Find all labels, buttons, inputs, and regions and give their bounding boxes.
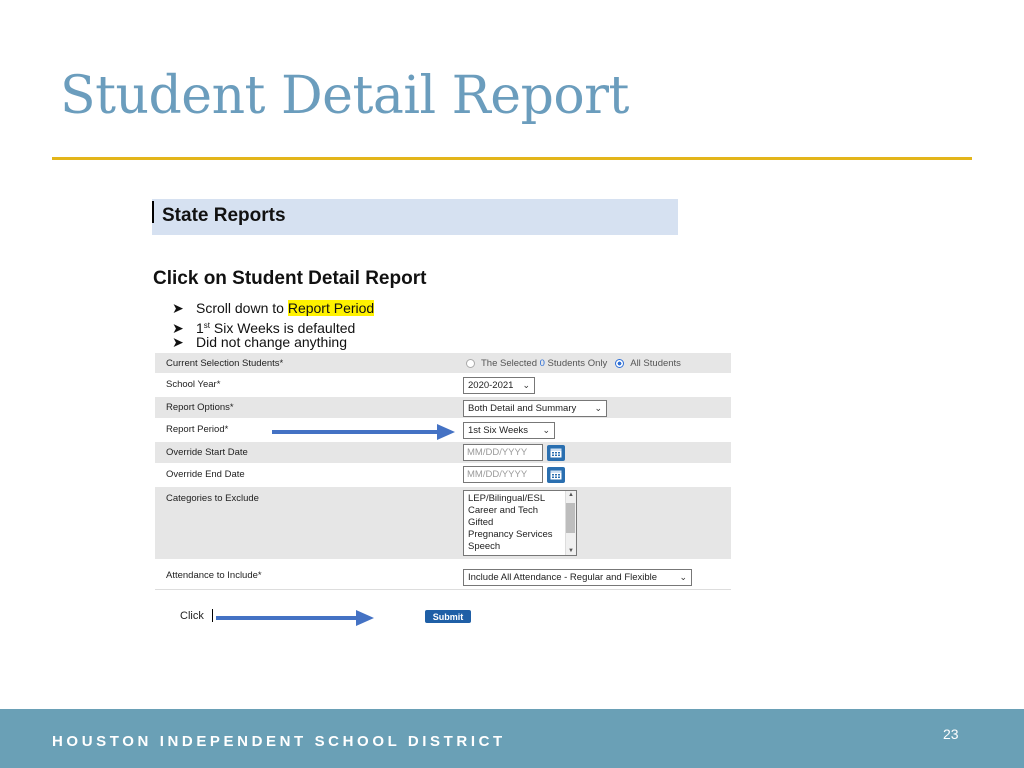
report-period-arrow-shaft — [272, 430, 437, 434]
report-period-arrowhead — [437, 424, 455, 440]
footer-bar: HOUSTON INDEPENDENT SCHOOL DISTRICT 23 — [0, 709, 1024, 768]
footer-district-name: HOUSTON INDEPENDENT SCHOOL DISTRICT — [52, 733, 506, 750]
annotation-arrows — [216, 424, 455, 626]
submit-arrow — [216, 610, 374, 626]
page-number: 23 — [943, 726, 959, 742]
submit-arrow-shaft — [216, 616, 356, 620]
submit-arrowhead — [356, 610, 374, 626]
report-period-arrow — [272, 424, 455, 440]
